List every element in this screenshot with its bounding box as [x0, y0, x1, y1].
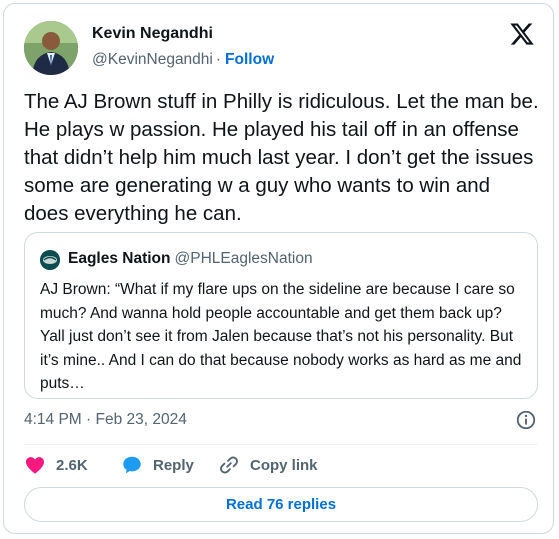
quoted-tweet[interactable]: Eagles Nation @PHLEaglesNation AJ Brown: …	[24, 232, 538, 399]
link-icon	[220, 456, 238, 474]
x-logo-icon[interactable]	[509, 21, 535, 47]
quoted-author-name: Eagles Nation	[68, 250, 171, 267]
reply-button[interactable]: Reply	[121, 454, 194, 476]
tweet-text: The AJ Brown stuff in Philly is ridiculo…	[24, 90, 539, 225]
follow-button[interactable]: Follow	[225, 51, 274, 68]
author-handle[interactable]: @KevinNegandhi	[92, 51, 213, 68]
divider	[24, 444, 538, 445]
tweet-card: Kevin Negandhi @KevinNegandhi · Follow The…	[3, 3, 554, 534]
quoted-text: AJ Brown: “What if my flare ups on the s…	[40, 281, 522, 392]
author-avatar[interactable]	[24, 21, 78, 75]
copy-link-button[interactable]: Copy link	[218, 454, 318, 476]
read-replies-label: Read 76 replies	[225, 496, 337, 513]
author-name[interactable]: Kevin Negandhi	[92, 25, 213, 43]
quoted-avatar	[40, 250, 60, 270]
reply-label: Reply	[153, 456, 194, 474]
info-icon[interactable]	[515, 409, 537, 431]
heart-icon	[26, 457, 44, 474]
copy-link-label: Copy link	[250, 456, 318, 474]
separator-dot: ·	[215, 51, 222, 68]
like-count: 2.6K	[56, 456, 88, 474]
tweet-timestamp[interactable]: 4:14 PM · Feb 23, 2024	[24, 411, 187, 429]
like-button[interactable]: 2.6K	[24, 454, 88, 476]
quoted-author-handle: @PHLEaglesNation	[174, 250, 313, 267]
reply-bubble-icon	[123, 456, 141, 474]
quoted-author: Eagles Nation @PHLEaglesNation	[68, 250, 313, 268]
read-replies-button[interactable]: Read 76 replies	[24, 487, 538, 522]
author-handle-row: @KevinNegandhi · Follow	[92, 51, 274, 69]
